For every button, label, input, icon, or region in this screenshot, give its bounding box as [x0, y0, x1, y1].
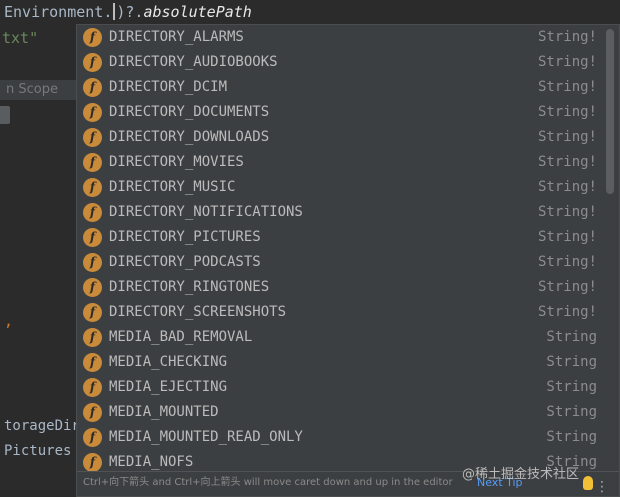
completion-item[interactable]: f DIRECTORY_SCREENSHOTS String!	[77, 300, 605, 325]
field-icon: f	[83, 253, 102, 272]
completion-item[interactable]: f MEDIA_MOUNTED_READ_ONLY String	[77, 425, 605, 450]
completion-item-name: DIRECTORY_DOCUMENTS	[109, 104, 270, 120]
completion-item-name: MEDIA_MOUNTED_READ_ONLY	[109, 429, 303, 445]
field-icon: f	[83, 128, 102, 147]
completion-item-name: DIRECTORY_RINGTONES	[109, 279, 270, 295]
field-icon: f	[83, 428, 102, 447]
code-line-current: Environment.)?.absolutePath	[4, 3, 252, 21]
completion-item-name: DIRECTORY_DCIM	[109, 79, 228, 95]
completion-item-name: DIRECTORY_PODCASTS	[109, 254, 261, 270]
field-icon: f	[83, 78, 102, 97]
code-member: absolutePath	[143, 3, 252, 21]
completion-item[interactable]: f DIRECTORY_PODCASTS String!	[77, 250, 605, 275]
completion-item[interactable]: f DIRECTORY_DCIM String!	[77, 75, 605, 100]
editor-badge	[0, 106, 10, 124]
completion-item-type: String!	[537, 129, 597, 145]
watermark-text: @稀土掘金技术社区	[461, 467, 579, 482]
completion-item-type: String	[546, 404, 597, 420]
field-icon: f	[83, 403, 102, 422]
field-icon: f	[83, 378, 102, 397]
field-icon: f	[83, 53, 102, 72]
completion-item-type: String!	[537, 179, 597, 195]
completion-scrollbar[interactable]	[606, 27, 617, 467]
completion-item-name: DIRECTORY_MOVIES	[109, 154, 244, 170]
field-icon: f	[83, 278, 102, 297]
field-icon: f	[83, 178, 102, 197]
completion-item-name: DIRECTORY_DOWNLOADS	[109, 129, 270, 145]
completion-item-name: MEDIA_MOUNTED	[109, 404, 219, 420]
completion-item-name: MEDIA_CHECKING	[109, 354, 228, 370]
completion-item[interactable]: f DIRECTORY_DOWNLOADS String!	[77, 125, 605, 150]
code-string-literal: txt"	[2, 29, 39, 47]
completion-item[interactable]: f DIRECTORY_PICTURES String!	[77, 225, 605, 250]
field-icon: f	[83, 328, 102, 347]
field-icon: f	[83, 453, 102, 472]
code-line-storage-dir: torageDir	[4, 418, 80, 434]
completion-footer: Ctrl+向下箭头 and Ctrl+向上箭头 will move caret …	[77, 467, 619, 496]
completion-item-type: String!	[537, 279, 597, 295]
completion-item[interactable]: f DIRECTORY_DOCUMENTS String!	[77, 100, 605, 125]
completion-item[interactable]: f DIRECTORY_ALARMS String!	[77, 25, 605, 50]
more-options-icon[interactable]: ⋮	[595, 480, 609, 494]
completion-item-name: MEDIA_EJECTING	[109, 379, 228, 395]
completion-item[interactable]: f DIRECTORY_MOVIES String!	[77, 150, 605, 175]
field-icon: f	[83, 153, 102, 172]
completion-item-name: DIRECTORY_SCREENSHOTS	[109, 304, 287, 320]
completion-item[interactable]: f MEDIA_EJECTING String	[77, 375, 605, 400]
completion-item[interactable]: f DIRECTORY_RINGTONES String!	[77, 275, 605, 300]
completion-item-name: DIRECTORY_AUDIOBOOKS	[109, 54, 278, 70]
completion-item[interactable]: f DIRECTORY_NOTIFICATIONS String!	[77, 200, 605, 225]
footer-tip-text: Ctrl+向下箭头 and Ctrl+向上箭头 will move caret …	[83, 477, 453, 488]
code-receiver: Environment.	[4, 3, 113, 21]
completion-item-type: String!	[537, 29, 597, 45]
completion-item-type: String!	[537, 304, 597, 320]
completion-item[interactable]: f MEDIA_BAD_REMOVAL String	[77, 325, 605, 350]
completion-item-type: String	[546, 329, 597, 345]
completion-item[interactable]: f MEDIA_CHECKING String	[77, 350, 605, 375]
lightbulb-icon[interactable]	[583, 476, 593, 490]
field-icon: f	[83, 103, 102, 122]
completion-item-type: String!	[537, 154, 597, 170]
completion-item-type: String	[546, 354, 597, 370]
completion-item-type: String	[546, 429, 597, 445]
completion-item-name: DIRECTORY_NOTIFICATIONS	[109, 204, 303, 220]
scrollbar-thumb[interactable]	[606, 29, 614, 194]
field-icon: f	[83, 303, 102, 322]
field-icon: f	[83, 203, 102, 222]
completion-popup[interactable]: f DIRECTORY_ALARMS String! f DIRECTORY_AUDIO…	[76, 24, 620, 497]
completion-item-type: String	[546, 379, 597, 395]
completion-item-name: DIRECTORY_ALARMS	[109, 29, 244, 45]
completion-item-type: String!	[537, 104, 597, 120]
completion-item[interactable]: f DIRECTORY_MUSIC String!	[77, 175, 605, 200]
completion-item-name: MEDIA_BAD_REMOVAL	[109, 329, 253, 345]
completion-item-type: String!	[537, 79, 597, 95]
completion-item-name: DIRECTORY_MUSIC	[109, 179, 236, 195]
completion-item-type: String!	[537, 204, 597, 220]
field-icon: f	[83, 228, 102, 247]
completion-item-type: String!	[537, 254, 597, 270]
completion-item-name: DIRECTORY_PICTURES	[109, 229, 261, 245]
code-line-pictures: Pictures	[4, 443, 72, 459]
code-comma: ,	[4, 312, 14, 330]
completion-item-type: String!	[537, 229, 597, 245]
completion-item[interactable]: f MEDIA_MOUNTED String	[77, 400, 605, 425]
field-icon: f	[83, 353, 102, 372]
scope-hint: n Scope	[0, 80, 76, 100]
code-call-suffix: )?.	[116, 3, 144, 21]
completion-item[interactable]: f DIRECTORY_AUDIOBOOKS String!	[77, 50, 605, 75]
completion-item-type: String!	[537, 54, 597, 70]
field-icon: f	[83, 28, 102, 47]
